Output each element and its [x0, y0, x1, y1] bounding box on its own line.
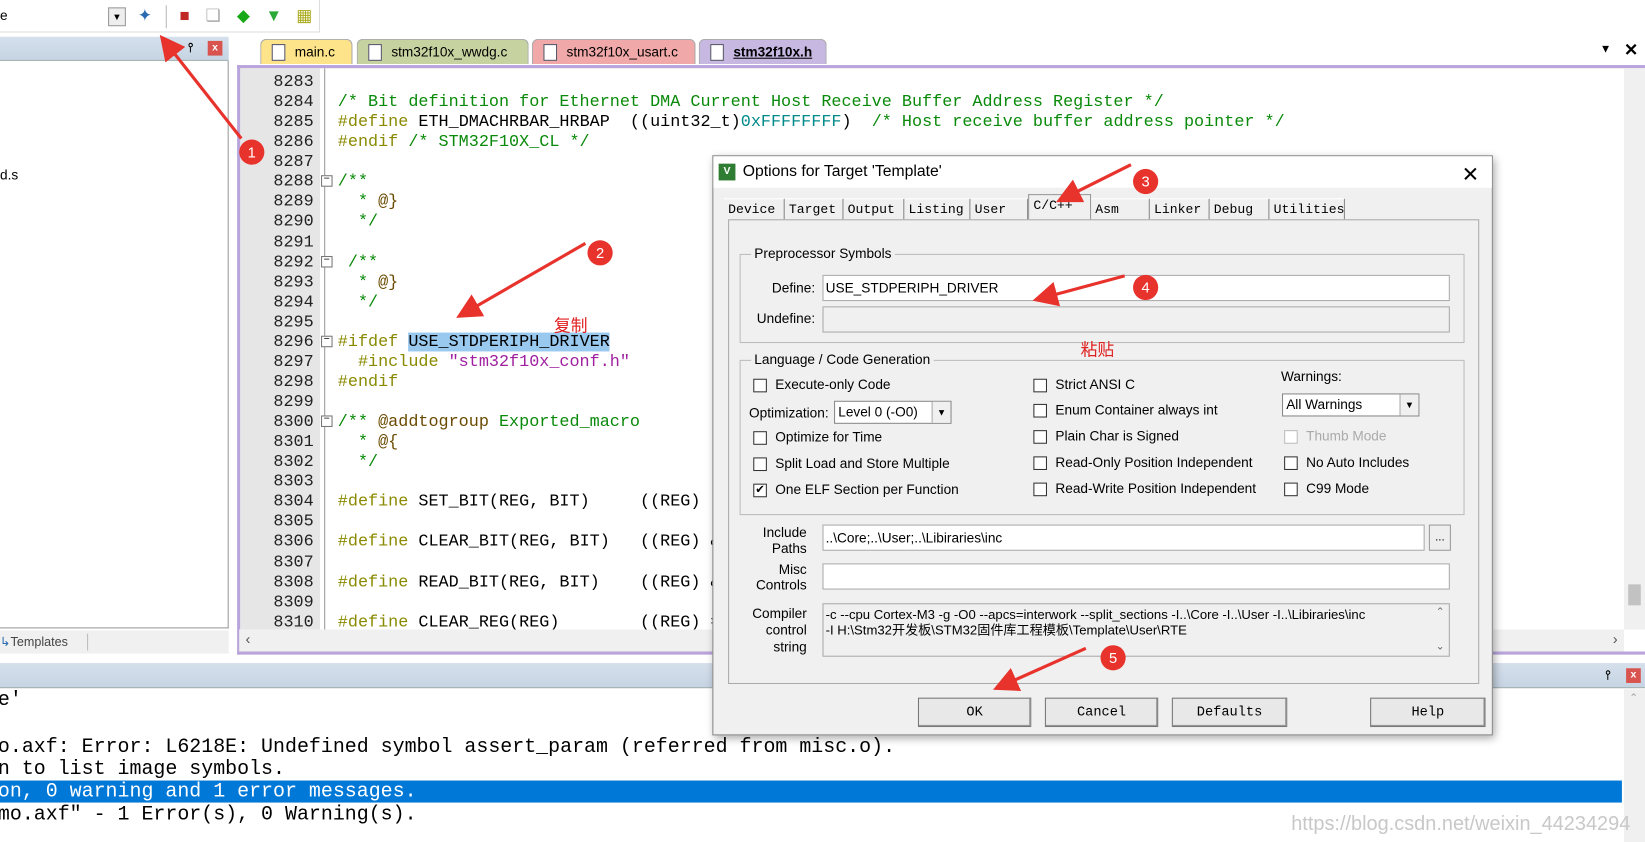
arrow-1: [159, 34, 243, 140]
arrow-2: [456, 242, 587, 318]
step-badge-5: 5: [1100, 645, 1126, 671]
uvision-ide: e ▼ ✦ ■ ❏ ◆ ▼ ▦ ⫯ x d.s ↳Templates main.…: [0, 0, 1645, 842]
annotation-arrows: [159, 34, 1132, 691]
step-badge-1: 1: [239, 139, 265, 165]
arrow-4: [1032, 274, 1126, 307]
step-badge-3: 3: [1133, 168, 1159, 195]
arrow-5: [992, 646, 1087, 691]
step-badge-4: 4: [1133, 274, 1159, 301]
copy-annotation: 复制: [553, 317, 588, 336]
paste-annotation: 粘贴: [1080, 342, 1115, 360]
step-badge-2: 2: [587, 240, 613, 266]
arrow-3: [1056, 163, 1132, 203]
